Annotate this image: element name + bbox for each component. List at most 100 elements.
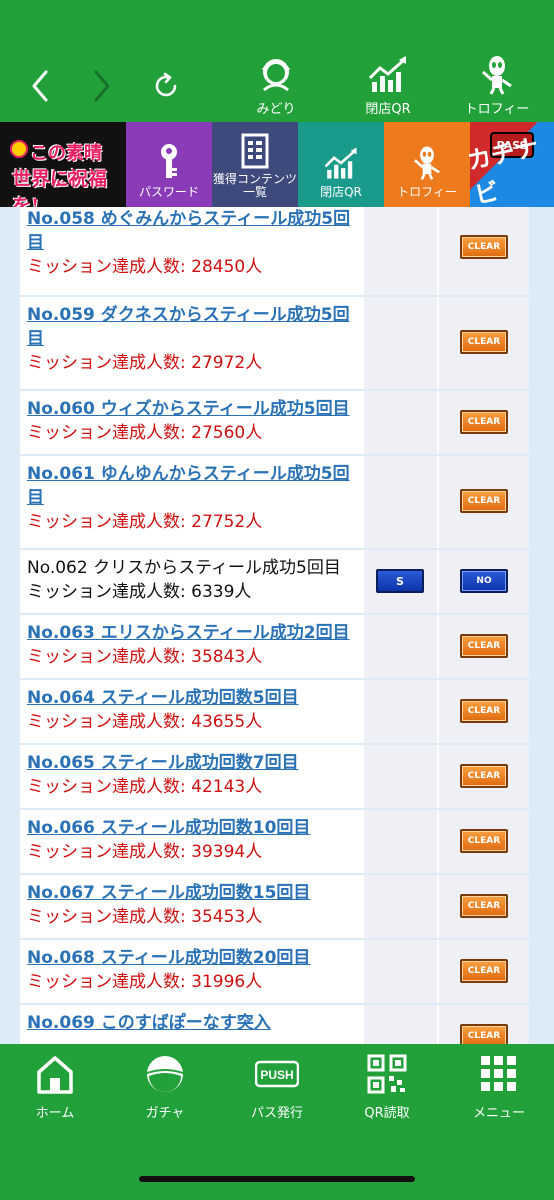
clear-badge: CLEAR bbox=[460, 764, 508, 788]
key-icon bbox=[161, 144, 177, 178]
mission-status-cell: CLEAR bbox=[439, 391, 529, 454]
toolbar-closing-qr-label: 閉店QR bbox=[365, 102, 411, 117]
logo-emblem bbox=[10, 139, 28, 158]
chevron-right-icon bbox=[94, 70, 110, 102]
mission-count: ミッション達成人数: 27752人 bbox=[27, 512, 263, 532]
home-icon bbox=[37, 1056, 73, 1094]
mission-row: No.061 ゆんゆんからスティール成功5回目 ミッション達成人数: 27752… bbox=[20, 456, 529, 548]
tab-gacha-label: ガチャ bbox=[145, 1106, 185, 1121]
mission-title-link[interactable]: No.063 エリスからスティール成功2回目 bbox=[27, 621, 362, 645]
mission-row: No.060 ウィズからスティール成功5回目 ミッション達成人数: 27560人… bbox=[20, 391, 529, 454]
clear-badge: CLEAR bbox=[460, 330, 508, 354]
clear-badge: CLEAR bbox=[460, 1024, 508, 1044]
mission-s-cell: S bbox=[364, 550, 437, 613]
mission-row: No.058 めぐみんからスティール成功5回目 ミッション達成人数: 28450… bbox=[20, 207, 529, 295]
category-closing-qr[interactable]: 閉店QR bbox=[298, 122, 384, 207]
mission-title-link[interactable]: No.067 スティール成功回数15回目 bbox=[27, 881, 362, 905]
mission-count: ミッション達成人数: 35453人 bbox=[27, 907, 263, 927]
mission-count: ミッション達成人数: 39394人 bbox=[27, 842, 263, 862]
mission-status-cell: CLEAR bbox=[439, 680, 529, 743]
mission-status-cell: CLEAR bbox=[439, 615, 529, 678]
mission-s-cell bbox=[364, 207, 437, 295]
mission-status-cell: CLEAR bbox=[439, 875, 529, 938]
reload-button[interactable] bbox=[146, 58, 186, 114]
mission-status-cell: CLEAR bbox=[439, 745, 529, 808]
mission-status-cell: CLEAR bbox=[439, 456, 529, 548]
mission-row: No.062 クリスからスティール成功5回目 ミッション達成人数: 6339人 … bbox=[20, 550, 529, 613]
s-badge: S bbox=[376, 569, 424, 593]
mission-s-cell bbox=[364, 745, 437, 808]
mission-row: No.068 スティール成功回数20回目 ミッション達成人数: 31996人 C… bbox=[20, 940, 529, 1003]
mission-count: ミッション達成人数: 27560人 bbox=[27, 423, 263, 443]
list-icon bbox=[241, 133, 269, 169]
tab-home-label: ホーム bbox=[35, 1106, 75, 1121]
home-indicator[interactable] bbox=[139, 1176, 415, 1182]
tab-gacha[interactable]: ガチャ bbox=[115, 1052, 215, 1122]
mission-title-link[interactable]: No.066 スティール成功回数10回目 bbox=[27, 816, 362, 840]
category-contents[interactable]: 獲得コンテンツ 一覧 bbox=[212, 122, 298, 207]
push-text: PUSH bbox=[260, 1068, 293, 1082]
mission-title-link[interactable]: No.068 スティール成功回数20回目 bbox=[27, 946, 362, 970]
konosuba-logo[interactable]: この素晴らしい 世界に祝福を! bbox=[0, 122, 126, 217]
mission-title-link[interactable]: No.064 スティール成功回数5回目 bbox=[27, 686, 362, 710]
mission-s-cell bbox=[364, 1005, 437, 1044]
toolbar-closing-qr[interactable]: 閉店QR bbox=[343, 52, 433, 118]
no-badge: NO bbox=[460, 569, 508, 593]
mission-title-link[interactable]: No.069 このすばぽーなす突入 bbox=[27, 1011, 362, 1035]
back-button[interactable] bbox=[20, 58, 60, 114]
alien-icon bbox=[414, 146, 440, 180]
toolbar-midori[interactable]: みどり bbox=[231, 52, 321, 118]
category-contents-label: 獲得コンテンツ 一覧 bbox=[212, 172, 297, 199]
mission-title-link[interactable]: No.059 ダクネスからスティール成功5回目 bbox=[27, 303, 362, 351]
mission-status-cell: CLEAR bbox=[439, 1005, 529, 1044]
reload-icon bbox=[155, 72, 177, 97]
chevron-left-icon bbox=[32, 70, 48, 102]
mission-status-cell: CLEAR bbox=[439, 810, 529, 873]
clear-badge: CLEAR bbox=[460, 699, 508, 723]
clear-badge: CLEAR bbox=[460, 235, 508, 259]
mission-count: ミッション達成人数: 35843人 bbox=[27, 647, 263, 667]
toolbar-trophy[interactable]: トロフィー bbox=[452, 52, 542, 118]
mission-s-cell bbox=[364, 297, 437, 389]
mission-row: No.059 ダクネスからスティール成功5回目 ミッション達成人数: 27972… bbox=[20, 297, 529, 389]
alien-icon bbox=[482, 56, 512, 95]
toolbar-midori-label: みどり bbox=[256, 102, 296, 117]
category-bar: この素晴らしい 世界に祝福を! パスワード 獲得コンテンツ 一覧 閉店QR トロ… bbox=[0, 122, 554, 217]
mission-title-link[interactable]: No.058 めぐみんからスティール成功5回目 bbox=[27, 207, 362, 255]
category-password[interactable]: パスワード bbox=[126, 122, 212, 207]
clear-badge: CLEAR bbox=[460, 894, 508, 918]
category-trophy[interactable]: トロフィー bbox=[384, 122, 470, 207]
mission-row: No.066 スティール成功回数10回目 ミッション達成人数: 39394人 C… bbox=[20, 810, 529, 873]
tab-menu[interactable]: メニュー bbox=[449, 1052, 549, 1122]
mission-s-cell bbox=[364, 391, 437, 454]
gacha-icon bbox=[147, 1056, 183, 1092]
toolbar-trophy-label: トロフィー bbox=[464, 102, 530, 117]
mission-s-cell bbox=[364, 615, 437, 678]
tab-home[interactable]: ホーム bbox=[5, 1052, 105, 1122]
mission-status-cell: CLEAR bbox=[439, 940, 529, 1003]
mission-title-link[interactable]: No.061 ゆんゆんからスティール成功5回目 bbox=[27, 462, 362, 510]
category-closing-qr-label: 閉店QR bbox=[320, 185, 362, 199]
forward-button[interactable] bbox=[82, 58, 122, 114]
mission-s-cell bbox=[364, 456, 437, 548]
tab-pass-issue-label: パス発行 bbox=[250, 1106, 303, 1121]
qr-icon bbox=[367, 1054, 407, 1094]
tab-pass-issue[interactable]: PUSH パス発行 bbox=[227, 1052, 327, 1122]
clear-badge: CLEAR bbox=[460, 829, 508, 853]
menu-grid-icon bbox=[481, 1056, 516, 1091]
tab-qr-scan-label: QR読取 bbox=[364, 1106, 410, 1121]
push-icon: PUSH bbox=[255, 1060, 299, 1088]
mission-row: No.065 スティール成功回数7回目 ミッション達成人数: 42143人 CL… bbox=[20, 745, 529, 808]
mission-list: No.058 めぐみんからスティール成功5回目 ミッション達成人数: 28450… bbox=[0, 207, 554, 1044]
tab-qr-scan[interactable]: QR読取 bbox=[337, 1052, 437, 1122]
mission-title-link[interactable]: No.065 スティール成功回数7回目 bbox=[27, 751, 362, 775]
mission-count: ミッション達成人数: 31996人 bbox=[27, 972, 263, 992]
kachinavi-text: カチナビ bbox=[464, 132, 542, 210]
category-trophy-label: トロフィー bbox=[397, 185, 457, 199]
konosuba-logo-art: この素晴らしい 世界に祝福を! bbox=[8, 136, 118, 217]
kachinavi-logo[interactable]: PASS カチナビ bbox=[465, 122, 554, 210]
tab-menu-label: メニュー bbox=[472, 1106, 525, 1121]
mission-status-cell: NO bbox=[439, 550, 529, 613]
mission-title-link[interactable]: No.060 ウィズからスティール成功5回目 bbox=[27, 397, 362, 421]
mission-title: No.062 クリスからスティール成功5回目 bbox=[27, 558, 341, 578]
